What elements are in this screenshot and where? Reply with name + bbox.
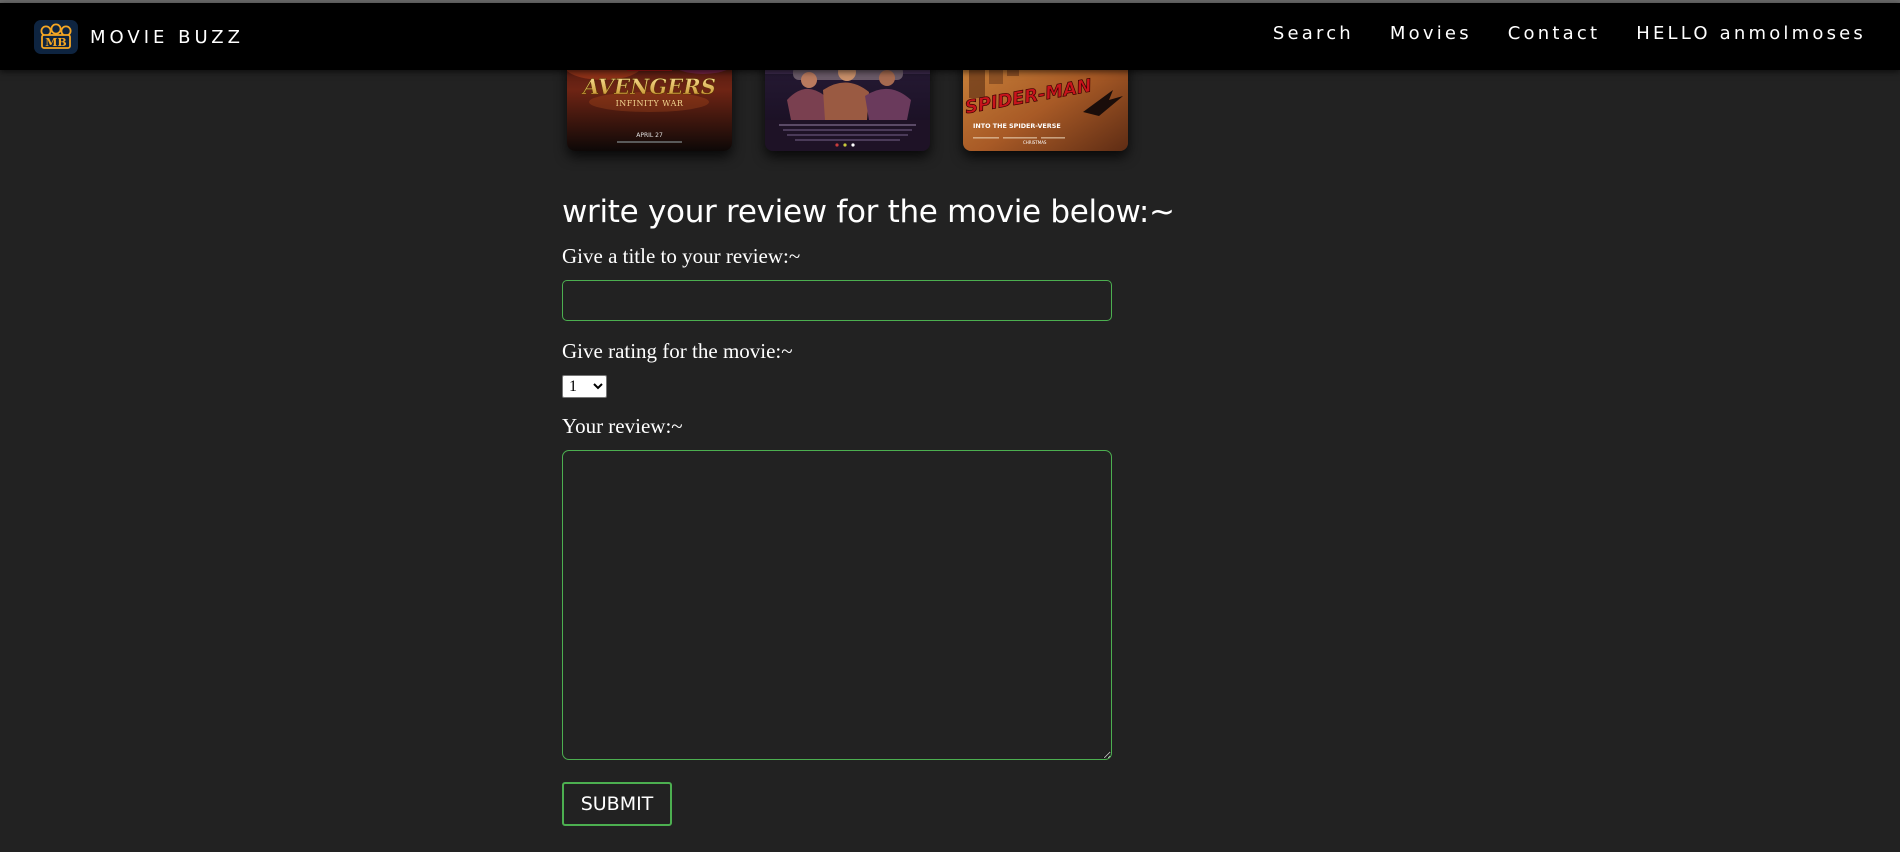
nav-contact-link[interactable]: Contact bbox=[1508, 23, 1600, 44]
navbar: MB MOVIE BUZZ Search Movies Contact HELL… bbox=[0, 3, 1900, 70]
svg-text:INFINITY WAR: INFINITY WAR bbox=[616, 99, 684, 108]
brand-home-link[interactable]: MB MOVIE BUZZ bbox=[34, 20, 244, 54]
rating-select[interactable]: 1 bbox=[562, 375, 607, 398]
review-body-label: Your review:~ bbox=[562, 414, 683, 438]
svg-text:MB: MB bbox=[45, 36, 66, 49]
review-body-textarea[interactable] bbox=[562, 450, 1112, 760]
svg-text:CHRISTMAS: CHRISTMAS bbox=[1023, 140, 1047, 145]
rating-label: Give rating for the movie:~ bbox=[562, 339, 793, 363]
user-greeting-link[interactable]: HELLO anmolmoses bbox=[1636, 23, 1866, 44]
nav-links: Search Movies Contact HELLO anmolmoses bbox=[1237, 23, 1866, 44]
review-form-heading: write your review for the movie below:~ bbox=[562, 194, 1175, 230]
review-title-label: Give a title to your review:~ bbox=[562, 244, 801, 268]
nav-movies-link[interactable]: Movies bbox=[1390, 23, 1472, 44]
submit-button[interactable]: SUBMIT bbox=[562, 782, 672, 826]
brand-name: MOVIE BUZZ bbox=[90, 26, 244, 48]
svg-text:AVENGERS: AVENGERS bbox=[581, 74, 716, 99]
nav-search-link[interactable]: Search bbox=[1273, 23, 1354, 44]
review-form: write your review for the movie below:~ … bbox=[562, 186, 1175, 826]
review-title-input[interactable] bbox=[562, 280, 1112, 321]
svg-text:APRIL 27: APRIL 27 bbox=[636, 132, 663, 139]
svg-text:INTO THE SPIDER-VERSE: INTO THE SPIDER-VERSE bbox=[973, 122, 1061, 130]
movie-buzz-logo: MB bbox=[34, 20, 78, 54]
